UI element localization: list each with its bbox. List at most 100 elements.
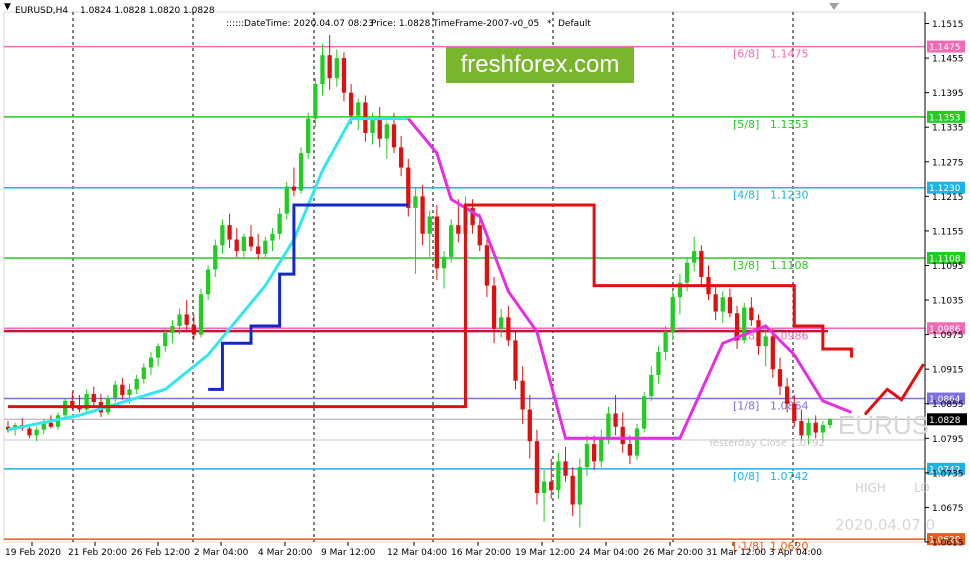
candle-body bbox=[499, 317, 504, 329]
price-tick-label: 1.0735 bbox=[932, 469, 964, 479]
candle-body bbox=[770, 336, 775, 370]
candle-body bbox=[148, 357, 154, 368]
candle-body bbox=[27, 428, 32, 436]
price-tick-label: 1.0795 bbox=[932, 435, 964, 445]
candle-body bbox=[777, 369, 783, 387]
candle-body bbox=[806, 422, 811, 436]
price-tick-label: 1.0855 bbox=[932, 400, 964, 410]
candle-body bbox=[434, 216, 440, 269]
candle-body bbox=[91, 393, 96, 403]
candle-body bbox=[356, 102, 361, 116]
candle-body bbox=[163, 332, 168, 347]
candle-body bbox=[820, 425, 825, 433]
candle-body bbox=[506, 317, 511, 341]
candle-body bbox=[634, 428, 640, 456]
candle-body bbox=[584, 444, 590, 468]
current-price-tag-text: 1.0828 bbox=[929, 416, 961, 426]
candle-body bbox=[263, 240, 268, 254]
price-tick-label: 1.1095 bbox=[932, 262, 964, 272]
price-tick-label: 1.0915 bbox=[932, 366, 964, 376]
candle-body bbox=[234, 239, 239, 252]
candle-body bbox=[491, 285, 497, 329]
candle-body bbox=[248, 236, 254, 247]
level-price-tag-text: 1.1353 bbox=[929, 113, 961, 123]
candle-body bbox=[270, 233, 275, 241]
time-tick-label: 31 Mar 12:00 bbox=[706, 548, 766, 558]
candle-body bbox=[313, 84, 318, 119]
ohlc-readout: 1.0824 1.0828 1.0820 1.0828 bbox=[80, 6, 215, 16]
candle-body bbox=[141, 367, 146, 379]
candle-body bbox=[227, 225, 232, 240]
level-value: 1.1230 bbox=[770, 189, 809, 202]
candle-body bbox=[484, 245, 490, 286]
candle-body bbox=[284, 186, 289, 214]
timeframe-readout: TimeFrame-2007-v0_05 bbox=[433, 19, 540, 29]
candle-body bbox=[827, 419, 833, 426]
candle-body bbox=[613, 413, 618, 427]
price-tick-label: 1.1035 bbox=[932, 297, 964, 307]
candle-body bbox=[34, 429, 39, 436]
price-readout: Price: 1.0828 bbox=[371, 19, 431, 29]
candle-body bbox=[642, 396, 647, 429]
candle-body bbox=[577, 467, 582, 505]
candle-body bbox=[591, 444, 597, 462]
scroll-arrow-icon[interactable] bbox=[829, 3, 839, 10]
candle-body bbox=[134, 378, 139, 390]
candle-body bbox=[170, 325, 175, 333]
chart-menu-arrow-icon[interactable]: ▼ bbox=[4, 2, 11, 12]
candle-body bbox=[184, 314, 189, 325]
time-tick-label: 9 Mar 12:00 bbox=[321, 548, 376, 558]
level-value: 1.1475 bbox=[770, 48, 809, 61]
time-tick-label: 21 Feb 20:00 bbox=[68, 548, 127, 558]
level-label: [1/8] bbox=[733, 400, 759, 413]
candle-body bbox=[656, 351, 661, 375]
candle-body bbox=[784, 386, 790, 404]
price-tick-label: 1.0615 bbox=[932, 539, 964, 549]
time-tick-label: 19 Feb 2020 bbox=[5, 548, 61, 558]
candle-body bbox=[727, 297, 733, 314]
candle-body bbox=[684, 262, 690, 283]
candle-body bbox=[599, 438, 604, 462]
watermark-low: LO bbox=[914, 481, 930, 495]
candle-body bbox=[48, 422, 54, 427]
candle-body bbox=[427, 216, 432, 234]
watermark-high: HIGH bbox=[855, 481, 886, 495]
watermark-symbol: EURUS bbox=[838, 410, 930, 440]
candle-body bbox=[413, 196, 418, 208]
candle-body bbox=[563, 461, 568, 476]
candle-body bbox=[177, 314, 182, 326]
level-label: [3/8] bbox=[733, 259, 759, 272]
datetime-readout: DateTime: 2020.04.07 08:23 bbox=[244, 19, 374, 29]
candle-body bbox=[792, 403, 797, 422]
candle-body bbox=[291, 186, 297, 191]
candle-body bbox=[513, 340, 518, 381]
preset-star: * bbox=[547, 19, 552, 29]
candle-body bbox=[341, 58, 347, 93]
price-tick-label: 1.1515 bbox=[932, 20, 964, 30]
candle-body bbox=[520, 380, 525, 410]
candle-body bbox=[191, 324, 196, 335]
candle-body bbox=[692, 251, 697, 263]
price-chart[interactable]: [6/8] 1.1475 [5/8] 1.1353 [4/8] 1.1230 [3/8] 1.… bbox=[0, 0, 970, 565]
candle-body bbox=[713, 294, 718, 312]
indicator-marker: :::::: bbox=[226, 19, 245, 29]
candle-body bbox=[406, 167, 411, 208]
candle-body bbox=[334, 58, 339, 79]
candle-body bbox=[398, 147, 404, 168]
price-tick-label: 1.0675 bbox=[932, 504, 964, 514]
time-tick-label: 4 Mar 20:00 bbox=[258, 548, 313, 558]
candle-body bbox=[420, 196, 425, 234]
price-tick-label: 1.1335 bbox=[932, 124, 964, 134]
level-label: [6/8] bbox=[733, 48, 759, 61]
candle-body bbox=[620, 426, 625, 445]
brand-banner[interactable]: freshforex.com bbox=[446, 47, 634, 83]
preset-readout: Default bbox=[558, 19, 591, 29]
time-tick-label: 19 Mar 12:00 bbox=[515, 548, 575, 558]
candle-body bbox=[127, 389, 132, 396]
candle-body bbox=[155, 346, 161, 358]
candle-body bbox=[113, 384, 118, 398]
candle-body bbox=[384, 124, 389, 139]
level-label: [5/8] bbox=[733, 118, 759, 131]
candle-body bbox=[241, 236, 247, 252]
yesterday-close-label: Yesterday Close 1.0792 bbox=[708, 438, 826, 449]
